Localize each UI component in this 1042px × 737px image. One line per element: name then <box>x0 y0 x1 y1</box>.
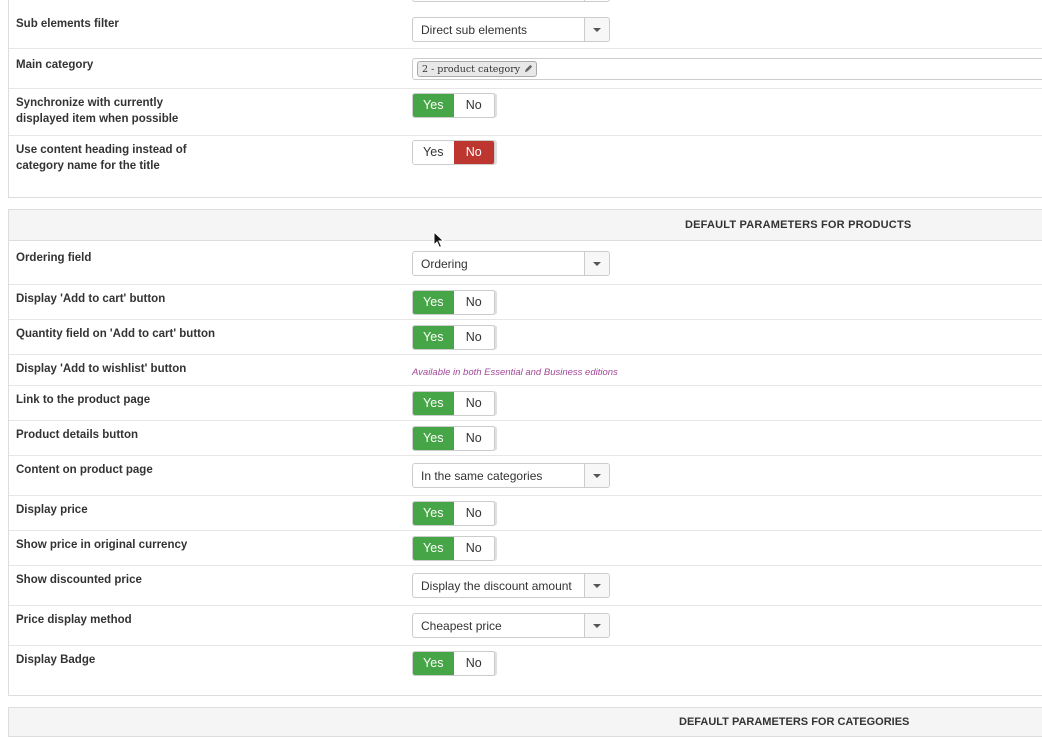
setting-row-display-badge: Display Badge Yes No <box>9 645 1042 696</box>
panel-title: DEFAULT PARAMETERS FOR PRODUCTS <box>685 219 912 231</box>
setting-label: Link to the product page <box>16 394 151 406</box>
toggle-yes[interactable]: Yes <box>413 537 454 560</box>
setting-row-content-heading: Use content heading instead of category … <box>9 135 1042 197</box>
toggle-yes[interactable]: Yes <box>413 141 454 164</box>
setting-label: Content on product page <box>16 464 153 476</box>
setting-row-add-to-cart: Display 'Add to cart' button Yes No <box>9 284 1042 319</box>
sub-elements-filter-select[interactable]: Direct sub elements <box>412 17 610 42</box>
caret-down-icon[interactable] <box>584 18 609 41</box>
setting-row-price-display-method: Price display method Cheapest price <box>9 605 1042 645</box>
toggle-yes[interactable]: Yes <box>413 326 454 349</box>
panel-title: DEFAULT PARAMETERS FOR CATEGORIES <box>679 716 910 728</box>
ordering-field-select[interactable]: Ordering <box>412 251 610 276</box>
setting-row-sub-elements-filter: Sub elements filter Direct sub elements <box>9 0 1042 48</box>
toggle-no[interactable]: No <box>453 326 494 349</box>
setting-row-product-details: Product details button Yes No <box>9 420 1042 455</box>
price-display-method-select[interactable]: Cheapest price <box>412 613 610 638</box>
content-heading-toggle[interactable]: Yes No <box>412 140 495 165</box>
pencil-icon[interactable] <box>524 64 533 73</box>
setting-label: Price display method <box>16 614 132 626</box>
setting-row-ordering-field: Ordering field Ordering <box>9 241 1042 284</box>
toggle-no[interactable]: No <box>453 392 494 415</box>
setting-label: Display price <box>16 504 88 516</box>
select-value: Ordering <box>421 257 468 271</box>
mouse-pointer-icon <box>433 231 445 249</box>
caret-down-icon[interactable] <box>584 464 609 487</box>
toggle-no[interactable]: No <box>453 502 494 525</box>
toggle-yes[interactable]: Yes <box>413 502 454 525</box>
caret-down-icon[interactable] <box>584 614 609 637</box>
module-options-panel: Sub elements filter Direct sub elements … <box>8 0 1042 198</box>
select-value: Display the discount amount <box>421 579 572 593</box>
quantity-field-toggle[interactable]: Yes No <box>412 325 495 350</box>
setting-label: Use content heading instead of category … <box>16 144 187 172</box>
setting-label: Ordering field <box>16 252 92 264</box>
link-product-page-toggle[interactable]: Yes No <box>412 391 495 416</box>
display-badge-toggle[interactable]: Yes No <box>412 651 495 676</box>
toggle-yes[interactable]: Yes <box>413 392 454 415</box>
display-price-toggle[interactable]: Yes No <box>412 501 495 526</box>
toggle-yes[interactable]: Yes <box>413 427 454 450</box>
discounted-price-select[interactable]: Display the discount amount <box>412 573 610 598</box>
content-product-page-select[interactable]: In the same categories <box>412 463 610 488</box>
setting-label: Sub elements filter <box>16 18 119 30</box>
setting-row-link-product-page: Link to the product page Yes No <box>9 385 1042 420</box>
product-details-toggle[interactable]: Yes No <box>412 426 495 451</box>
setting-label: Show price in original currency <box>16 539 188 551</box>
toggle-no[interactable]: No <box>453 427 494 450</box>
toggle-yes[interactable]: Yes <box>413 291 454 314</box>
products-parameters-panel: DEFAULT PARAMETERS FOR PRODUCTS Ordering… <box>8 209 1042 696</box>
setting-row-synchronize: Synchronize with currently displayed ite… <box>9 88 1042 135</box>
category-tag-label: 2 - product category <box>422 64 521 75</box>
panel-header: DEFAULT PARAMETERS FOR PRODUCTS <box>9 210 1042 241</box>
original-currency-toggle[interactable]: Yes No <box>412 536 495 561</box>
toggle-no[interactable]: No <box>453 291 494 314</box>
setting-row-content-product-page: Content on product page In the same cate… <box>9 455 1042 495</box>
setting-label: Product details button <box>16 429 139 441</box>
setting-row-wishlist: Display 'Add to wishlist' button Availab… <box>9 354 1042 385</box>
categories-parameters-panel: DEFAULT PARAMETERS FOR CATEGORIES <box>8 707 1042 737</box>
category-tag[interactable]: 2 - product category <box>417 61 538 77</box>
toggle-yes[interactable]: Yes <box>413 652 454 675</box>
add-to-cart-toggle[interactable]: Yes No <box>412 290 495 315</box>
toggle-no[interactable]: No <box>453 141 494 164</box>
setting-label: Quantity field on 'Add to cart' button <box>16 328 216 340</box>
toggle-no[interactable]: No <box>453 94 494 117</box>
toggle-no[interactable]: No <box>453 652 494 675</box>
edition-note: Available in both Essential and Business… <box>412 367 618 378</box>
main-category-field[interactable]: 2 - product category <box>412 58 1042 80</box>
setting-label: Display 'Add to cart' button <box>16 293 166 305</box>
caret-down-icon[interactable] <box>584 574 609 597</box>
setting-label: Main category <box>16 59 94 71</box>
caret-down-icon[interactable] <box>584 252 609 275</box>
setting-label: Show discounted price <box>16 574 142 586</box>
synchronize-toggle[interactable]: Yes No <box>412 93 495 118</box>
setting-row-quantity-field: Quantity field on 'Add to cart' button Y… <box>9 319 1042 354</box>
setting-row-display-price: Display price Yes No <box>9 495 1042 530</box>
setting-row-discounted-price: Show discounted price Display the discou… <box>9 565 1042 605</box>
toggle-yes[interactable]: Yes <box>413 94 454 117</box>
setting-label: Display Badge <box>16 654 96 666</box>
select-value: In the same categories <box>421 469 543 483</box>
toggle-no[interactable]: No <box>453 537 494 560</box>
setting-row-main-category: Main category 2 - product category <box>9 48 1042 88</box>
setting-row-original-currency: Show price in original currency Yes No <box>9 530 1042 565</box>
select-value: Direct sub elements <box>421 23 528 37</box>
select-value: Cheapest price <box>421 619 502 633</box>
setting-label: Display 'Add to wishlist' button <box>16 363 187 375</box>
setting-label: Synchronize with currently displayed ite… <box>16 97 179 125</box>
